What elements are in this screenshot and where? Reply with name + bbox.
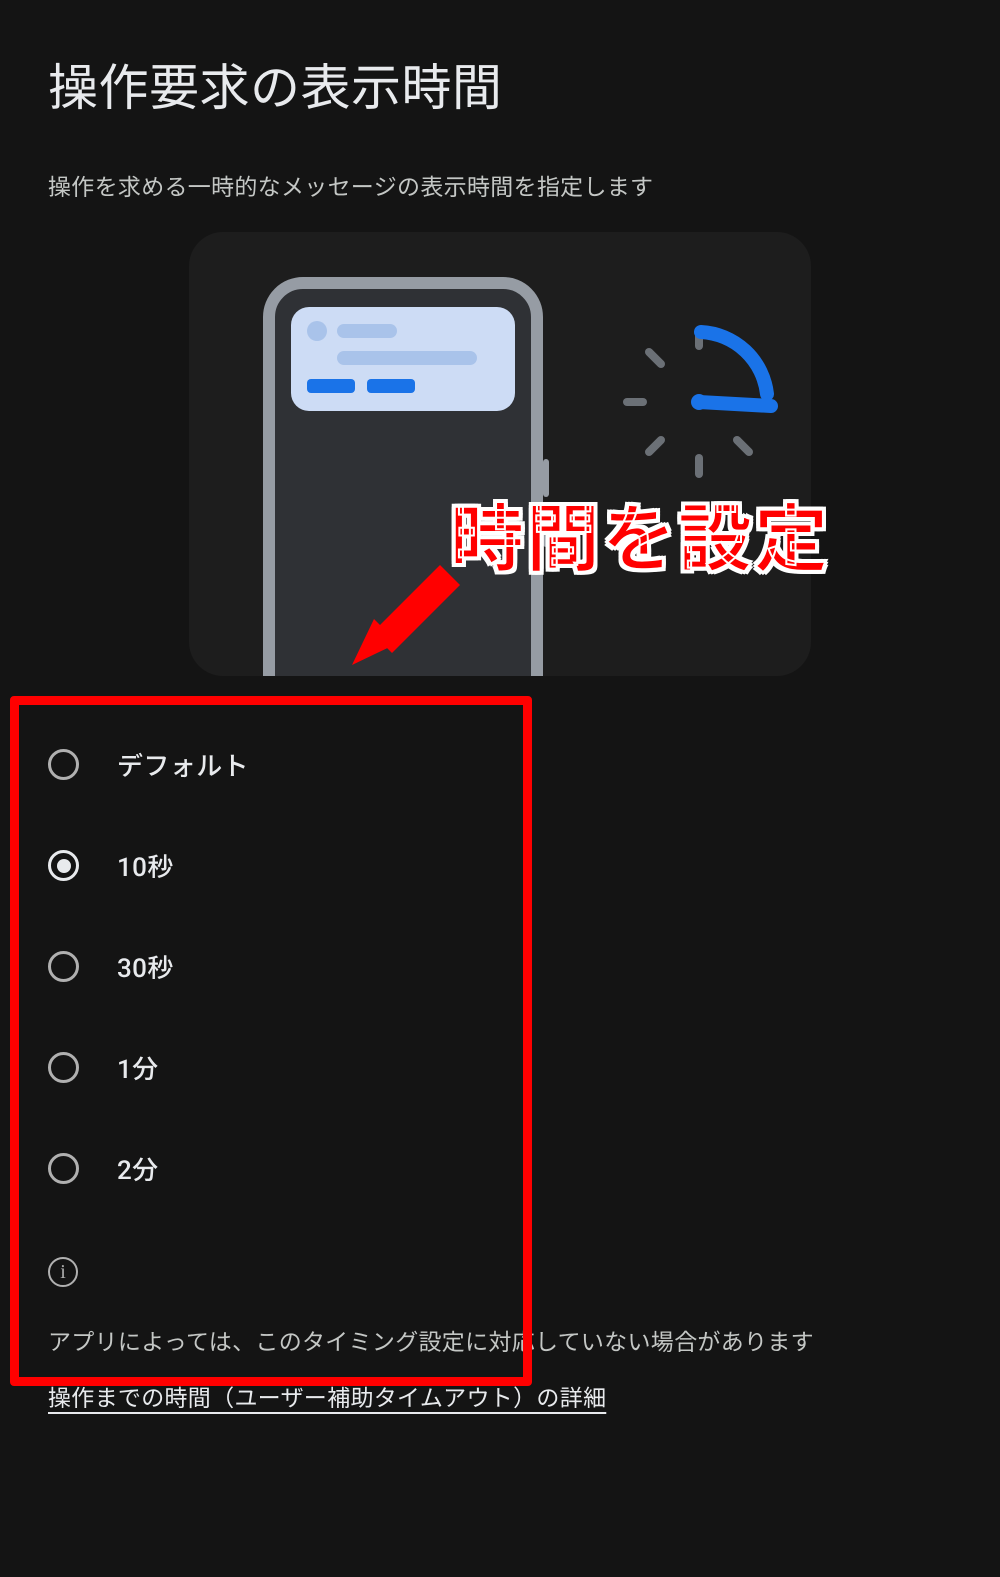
page-title: 操作要求の表示時間 [48,48,952,120]
timer-icon [619,322,779,482]
footer-link[interactable]: 操作までの時間（ユーザー補助タイムアウト）の詳細 [48,1385,606,1412]
page-subtitle: 操作を求める一時的なメッセージの表示時間を指定します [48,168,952,202]
radio-option[interactable]: 2分 [48,1118,952,1219]
radio-label: デフォルト [117,746,249,783]
phone-illustration [263,277,543,676]
illustration-card [189,232,811,676]
radio-icon [48,749,79,780]
timeout-options: デフォルト 10秒 30秒 1分 2分 [48,704,952,1247]
radio-option[interactable]: 30秒 [48,916,952,1017]
radio-label: 30秒 [117,948,174,985]
info-row[interactable]: i [48,1247,952,1317]
radio-icon [48,850,79,881]
notification-mockup [291,307,515,411]
radio-option[interactable]: デフォルト [48,714,952,815]
radio-option[interactable]: 10秒 [48,815,952,916]
radio-icon [48,1153,79,1184]
settings-page: 操作要求の表示時間 操作を求める一時的なメッセージの表示時間を指定します [0,0,1000,1577]
info-icon: i [48,1257,78,1287]
radio-label: 2分 [117,1150,159,1187]
radio-icon [48,1052,79,1083]
radio-label: 1分 [117,1049,159,1086]
footer-note: アプリによっては、このタイミング設定に対応していない場合があります [48,1323,952,1357]
radio-icon [48,951,79,982]
annotation-text: 時間を設定 [450,480,830,587]
radio-label: 10秒 [117,847,174,884]
radio-option[interactable]: 1分 [48,1017,952,1118]
